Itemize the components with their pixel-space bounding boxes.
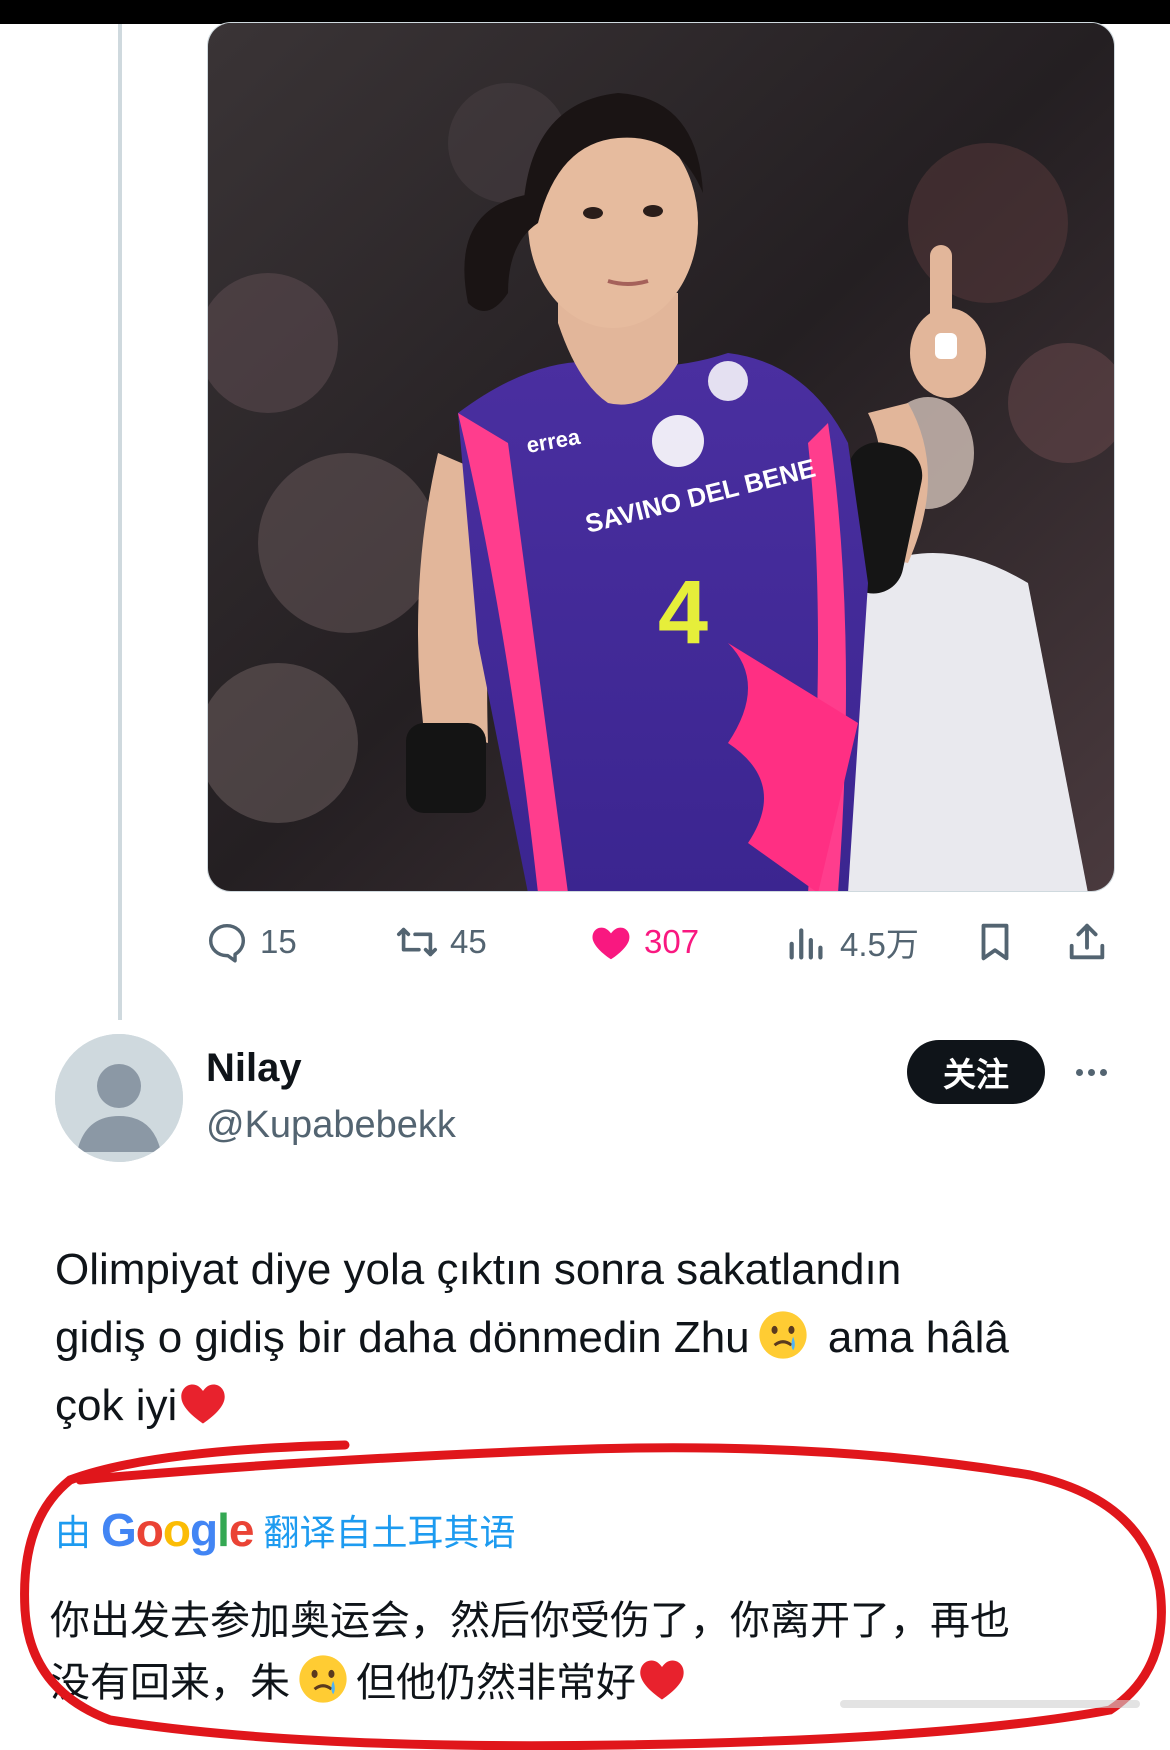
- bookmark-button[interactable]: [972, 910, 1018, 974]
- reply-text-line: Olimpiyat diye yola çıktın sonra sakatla…: [55, 1245, 902, 1294]
- reply-icon: [208, 923, 246, 963]
- crying-face-icon: [299, 1655, 347, 1703]
- translation-prefix: 由: [55, 1512, 92, 1553]
- reply-text-segment: gidiş o gidiş bir daha dönmedin Zhu: [55, 1313, 750, 1362]
- athlete-photo: 4 SAVINO DEL BENE errea: [208, 23, 1114, 891]
- translation-source-label: 翻译自土耳其语: [263, 1512, 516, 1553]
- tweet-action-bar: 15 45 307 4.5万: [204, 910, 1124, 974]
- like-button[interactable]: 307: [588, 910, 699, 974]
- bookmark-icon: [981, 923, 1009, 961]
- reply-text: Olimpiyat diye yola çıktın sonra sakatla…: [55, 1236, 1135, 1440]
- translated-text-segment: 没有回来，朱: [50, 1661, 290, 1705]
- more-icon[interactable]: [1068, 1052, 1114, 1092]
- tweet-media-image[interactable]: 4 SAVINO DEL BENE errea: [207, 22, 1115, 892]
- share-button[interactable]: [1064, 910, 1110, 974]
- default-avatar-icon: [55, 1034, 183, 1162]
- red-heart-icon: [640, 1660, 684, 1700]
- retweet-icon: [396, 927, 438, 957]
- retweet-button[interactable]: 45: [394, 910, 487, 974]
- views-button[interactable]: 4.5万: [784, 910, 919, 974]
- red-heart-icon: [181, 1384, 225, 1424]
- reply-count: 15: [260, 923, 297, 960]
- reply-header: Nilay @Kupabebekk 关注: [0, 1030, 1170, 1170]
- home-indicator: [840, 1700, 1140, 1708]
- translated-text-segment: 但他仍然非常好: [356, 1661, 636, 1705]
- translation-attribution[interactable]: 由 Google 翻译自土耳其语: [55, 1500, 516, 1560]
- svg-text:4: 4: [658, 563, 708, 663]
- user-handle[interactable]: @Kupabebekk: [206, 1104, 456, 1147]
- reply-text-segment: ama hâlâ: [815, 1313, 1009, 1362]
- crying-face-icon: [759, 1311, 807, 1359]
- avatar[interactable]: [55, 1034, 183, 1162]
- page: 4 SAVINO DEL BENE errea 15 45 307 4.5万 N…: [0, 0, 1170, 1750]
- status-bar: [0, 0, 1170, 24]
- thread-connector-line: [118, 24, 122, 1020]
- like-count: 307: [644, 923, 700, 960]
- reply-text-line: çok iyi: [55, 1372, 1135, 1440]
- display-name[interactable]: Nilay: [206, 1046, 302, 1091]
- translated-text-line: 你出发去参加奥运会，然后你受伤了，你离开了，再也: [50, 1599, 1010, 1643]
- google-logo: Google: [101, 1504, 254, 1556]
- views-count: 4.5万: [840, 926, 919, 963]
- like-icon: [592, 927, 630, 960]
- retweet-count: 45: [450, 923, 487, 960]
- views-icon: [789, 928, 823, 960]
- reply-text-line: gidiş o gidiş bir daha dönmedin Zhu ama …: [55, 1304, 1135, 1372]
- follow-button[interactable]: 关注: [907, 1040, 1045, 1104]
- reply-button[interactable]: 15: [204, 910, 297, 974]
- reply-text-segment: çok iyi: [55, 1381, 178, 1430]
- share-icon: [1069, 923, 1105, 960]
- translated-text: 你出发去参加奥运会，然后你受伤了，你离开了，再也 没有回来，朱 但他仍然非常好: [50, 1590, 1130, 1714]
